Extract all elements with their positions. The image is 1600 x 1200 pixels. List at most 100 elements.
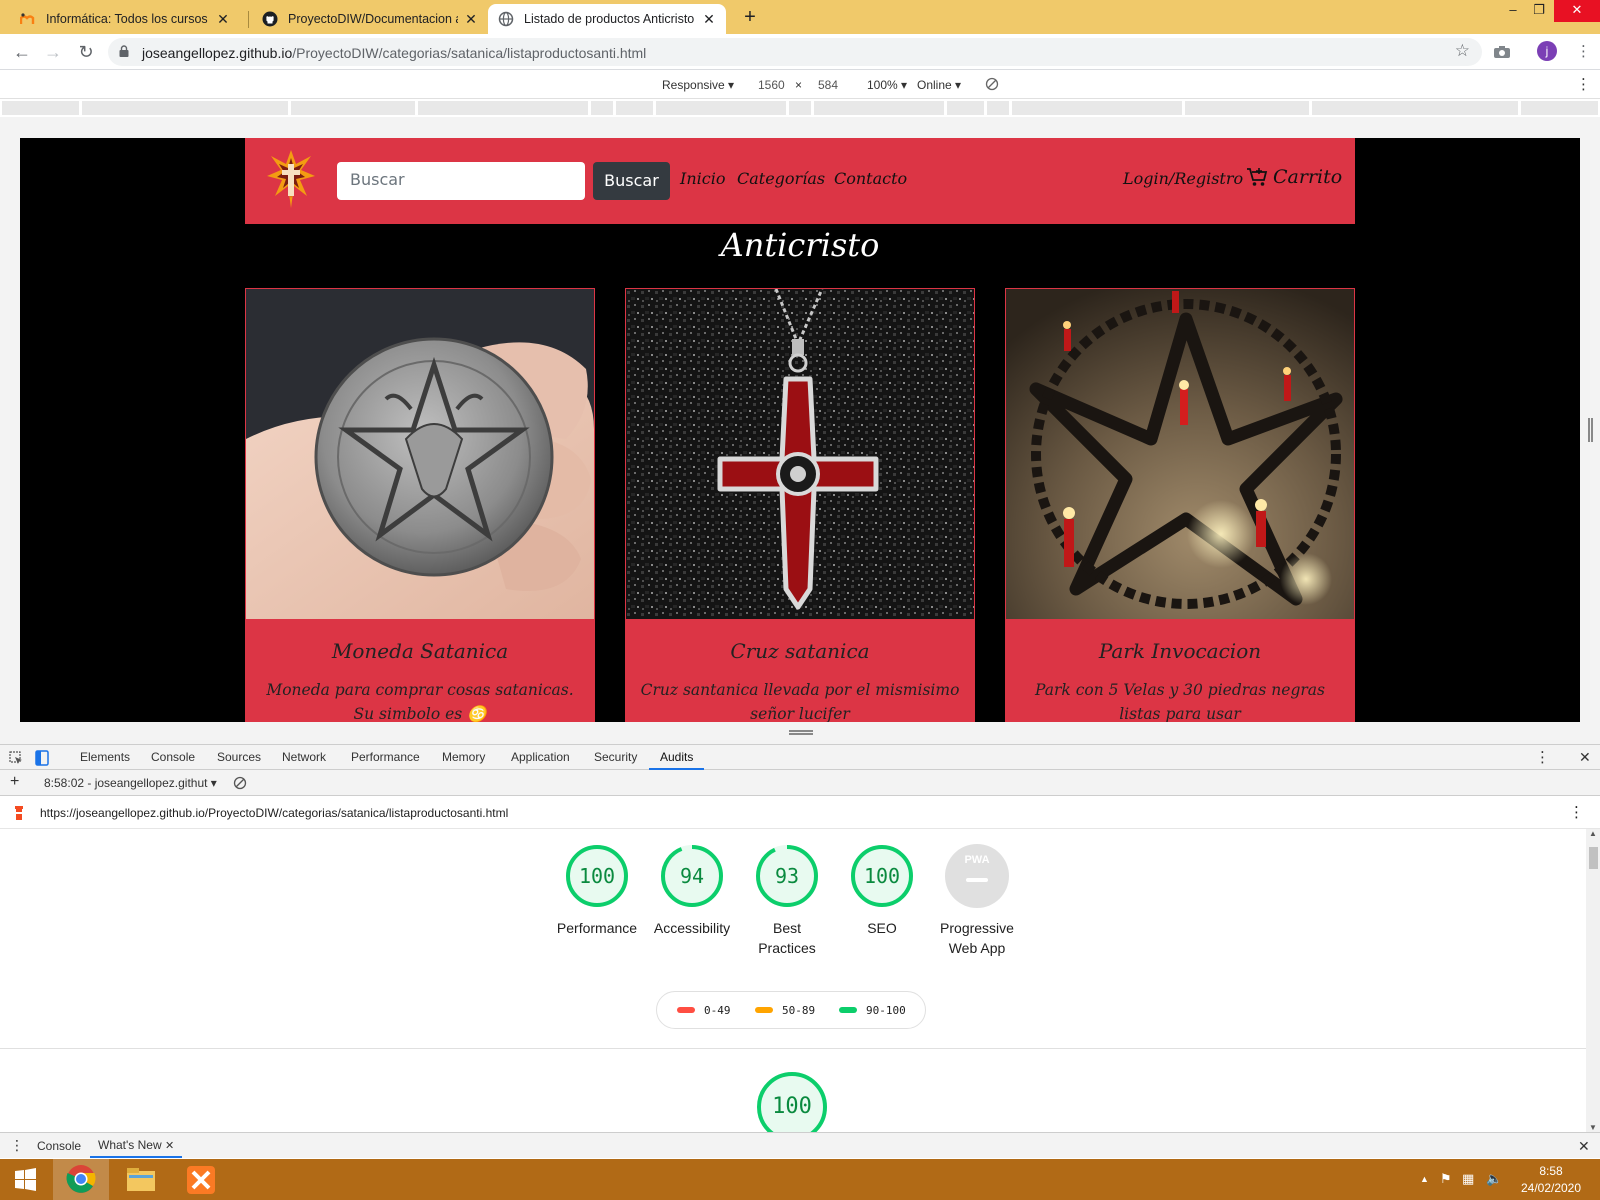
bookmark-star-icon[interactable]: ☆ (1455, 41, 1470, 61)
drawer-tab-console[interactable]: Console (37, 1139, 81, 1153)
legend-label: 50-89 (782, 1004, 816, 1017)
media-query-segment[interactable] (82, 101, 288, 115)
media-query-segment[interactable] (1185, 101, 1309, 115)
site-search-button[interactable]: Buscar (593, 162, 670, 200)
drawer-tab-whats-new[interactable]: What's New ✕ (90, 1133, 183, 1158)
new-tab-plus-icon[interactable]: + (738, 6, 762, 30)
tab-listado-productos[interactable]: Listado de productos Anticristo ✕ (488, 4, 726, 34)
address-bar[interactable]: joseangellopez.github.io/ProyectoDIW/cat… (108, 38, 1482, 66)
media-query-bar[interactable] (0, 99, 1600, 117)
dimension-separator: × (795, 78, 803, 92)
cart-link[interactable]: Carrito (1246, 166, 1342, 188)
taskbar-file-explorer[interactable] (113, 1159, 169, 1200)
score-gauge-seo[interactable]: 100 SEO (832, 843, 932, 938)
site-logo[interactable] (267, 150, 315, 208)
action-center-flag-icon[interactable]: ⚑ (1440, 1171, 1452, 1187)
network-icon[interactable]: ▦ (1462, 1171, 1474, 1187)
devtools-close-icon[interactable]: ✕ (1579, 745, 1591, 770)
inspect-element-icon[interactable] (9, 751, 23, 765)
devtools-tab-console[interactable]: Console (151, 745, 195, 770)
clear-reports-icon[interactable] (233, 776, 247, 790)
drawer-close-icon[interactable]: ✕ (1578, 1138, 1590, 1155)
media-query-segment[interactable] (947, 101, 984, 115)
profile-avatar[interactable]: j (1537, 41, 1557, 61)
viewport-height-input[interactable]: 584 (818, 78, 838, 92)
taskbar-chrome[interactable] (53, 1159, 109, 1200)
product-card[interactable]: Park Invocacion Park con 5 Velas y 30 pi… (1005, 288, 1355, 722)
devtools-menu-icon[interactable]: ⋮ (1535, 745, 1550, 770)
scrollbar-thumb[interactable] (1589, 847, 1598, 869)
drawer-menu-icon[interactable]: ⋮ (10, 1137, 24, 1154)
product-image-cross[interactable] (626, 289, 974, 619)
new-audit-plus-icon[interactable]: + (10, 773, 19, 791)
devtools-tab-audits[interactable]: Audits (649, 745, 705, 770)
back-arrow-icon[interactable]: ← (10, 40, 34, 64)
zoom-select[interactable]: 100% ▾ (867, 78, 907, 92)
scroll-up-arrow-icon[interactable]: ▲ (1589, 829, 1597, 838)
nav-link-inicio[interactable]: Inicio (680, 169, 725, 188)
product-image-ritual-pack[interactable] (1006, 289, 1354, 619)
reload-icon[interactable]: ↻ (74, 40, 98, 64)
devtools-tab-elements[interactable]: Elements (80, 745, 130, 770)
media-query-segment[interactable] (814, 101, 944, 115)
media-query-segment[interactable] (616, 101, 653, 115)
product-image-coin[interactable] (246, 289, 594, 619)
camera-icon[interactable] (1493, 45, 1511, 59)
tab-close-icon[interactable]: ✕ (216, 11, 230, 28)
devtools-tab-memory[interactable]: Memory (442, 745, 485, 770)
score-gauge-accessibility[interactable]: 94 Accessibility (642, 843, 742, 938)
taskbar-xampp[interactable] (173, 1159, 229, 1200)
product-card[interactable]: Moneda Satanica Moneda para comprar cosa… (245, 288, 595, 722)
device-toggle-icon[interactable] (35, 750, 49, 766)
media-query-segment[interactable] (656, 101, 786, 115)
viewport-resize-handle-bottom[interactable] (789, 730, 813, 735)
scroll-down-arrow-icon[interactable]: ▼ (1589, 1123, 1597, 1132)
forward-arrow-icon[interactable]: → (41, 40, 65, 64)
browser-menu-icon[interactable]: ⋮ (1576, 40, 1591, 64)
score-gauge-pwa[interactable]: PWA Progressive Web App (927, 843, 1027, 958)
viewport-resize-handle-right[interactable] (1588, 418, 1593, 442)
drawer-tab-close-icon[interactable]: ✕ (165, 1140, 174, 1152)
tab-github-documentacion[interactable]: ProyectoDIW/Documentacion at ✕ (252, 4, 488, 34)
nav-link-login[interactable]: Login/Registro (1123, 169, 1243, 188)
device-toolbar-menu-icon[interactable]: ⋮ (1576, 75, 1591, 93)
site-search-input[interactable]: Buscar (337, 162, 585, 200)
system-clock[interactable]: 8:58 24/02/2020 (1516, 1163, 1586, 1197)
media-query-segment[interactable] (2, 101, 79, 115)
audit-report-select[interactable]: 8:58:02 - joseangellopez.githut ▾ (44, 776, 217, 790)
nav-link-contacto[interactable]: Contacto (834, 169, 907, 188)
rotate-icon[interactable] (985, 77, 999, 91)
audit-report-url[interactable]: https://joseangellopez.github.io/Proyect… (40, 806, 508, 820)
page-title: Anticristo (720, 226, 880, 264)
viewport-width-input[interactable]: 1560 (758, 78, 785, 92)
devtools-tab-security[interactable]: Security (594, 745, 637, 770)
show-hidden-icons-icon[interactable]: ▲ (1420, 1174, 1429, 1184)
audit-scrollbar[interactable]: ▲ ▼ (1586, 829, 1600, 1132)
media-query-segment[interactable] (789, 101, 811, 115)
start-button[interactable] (0, 1159, 50, 1200)
media-query-segment[interactable] (591, 101, 613, 115)
volume-icon[interactable]: 🔈 (1486, 1171, 1502, 1187)
tab-close-icon[interactable]: ✕ (702, 11, 716, 28)
devtools-tab-performance[interactable]: Performance (351, 745, 420, 770)
media-query-segment[interactable] (1312, 101, 1518, 115)
close-window-icon[interactable]: ✕ (1554, 0, 1600, 22)
report-menu-icon[interactable]: ⋮ (1569, 803, 1584, 821)
media-query-segment[interactable] (291, 101, 415, 115)
score-gauge-best-practices[interactable]: 93 Best Practices (737, 843, 837, 958)
devtools-tab-sources[interactable]: Sources (217, 745, 261, 770)
nav-link-categorias[interactable]: Categorías (737, 169, 825, 188)
restore-window-icon[interactable]: ❐ (1524, 0, 1554, 22)
devtools-tab-network[interactable]: Network (282, 745, 326, 770)
media-query-segment[interactable] (987, 101, 1009, 115)
media-query-segment[interactable] (1012, 101, 1182, 115)
tab-close-icon[interactable]: ✕ (464, 11, 478, 28)
score-gauge-performance[interactable]: 100 Performance (547, 843, 647, 938)
media-query-segment[interactable] (418, 101, 588, 115)
media-query-segment[interactable] (1521, 101, 1598, 115)
devtools-tab-application[interactable]: Application (511, 745, 570, 770)
device-mode-select[interactable]: Responsive ▾ (662, 78, 734, 92)
tab-informatica[interactable]: Informática: Todos los cursos ✕ (10, 4, 240, 34)
network-throttle-select[interactable]: Online ▾ (917, 78, 961, 92)
product-card[interactable]: Cruz satanica Cruz santanica llevada por… (625, 288, 975, 722)
